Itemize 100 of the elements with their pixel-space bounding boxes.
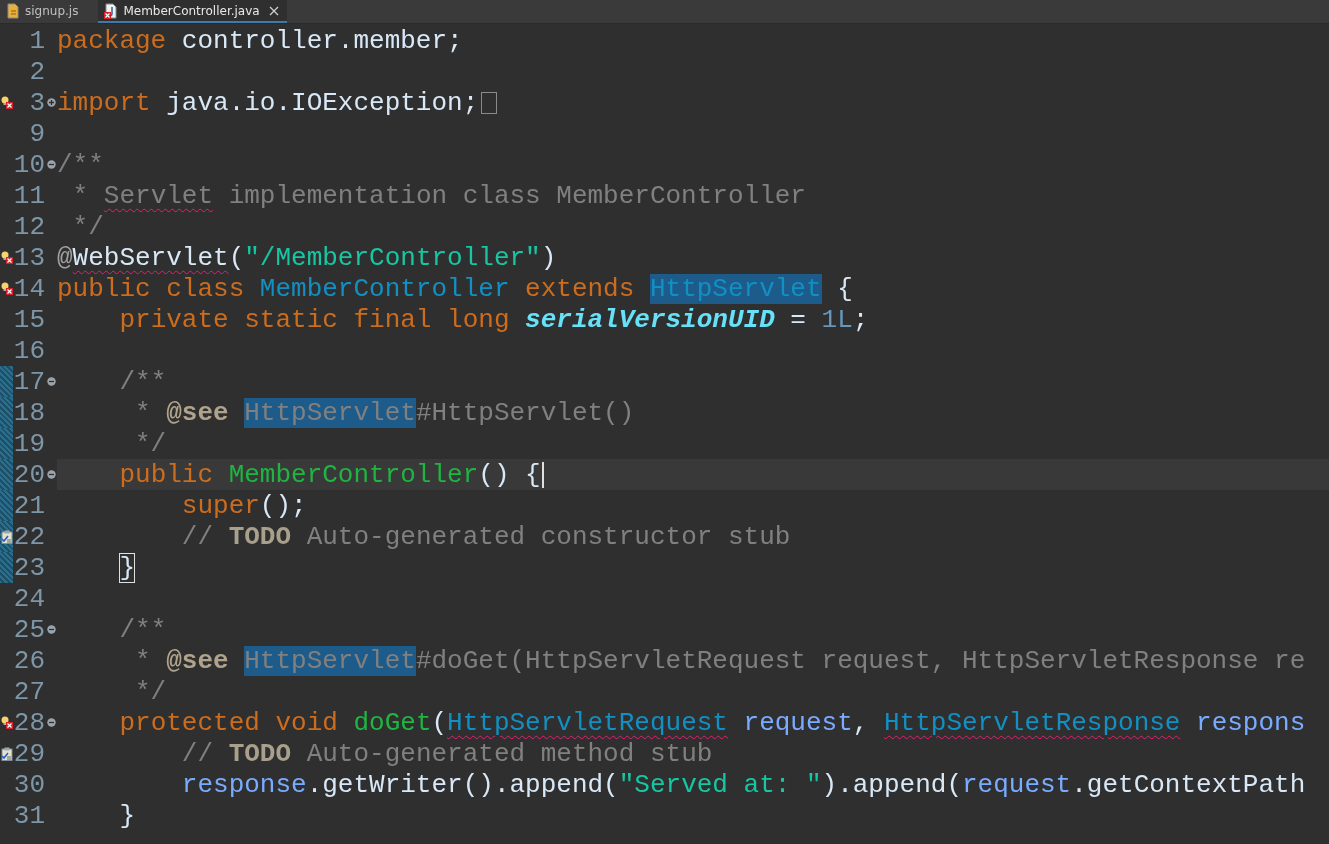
code-token: {: [836, 273, 853, 304]
code-token: import: [57, 87, 152, 118]
code-token: extends: [524, 273, 636, 304]
code-token: HttpServlet: [244, 645, 416, 676]
error-bulb-icon[interactable]: [0, 95, 13, 110]
code-token: public: [119, 459, 215, 490]
line-number: 14: [13, 273, 45, 304]
line-number: 22: [13, 521, 45, 552]
line-number: 23: [13, 552, 45, 583]
line-number: 21: [13, 490, 45, 521]
line-number: 10: [13, 149, 45, 180]
code-token: protected void: [119, 707, 339, 738]
error-bulb-icon[interactable]: [0, 250, 13, 265]
code-token: 1L: [821, 304, 853, 335]
code-token: () {: [478, 459, 541, 490]
code-token: MemberController: [259, 273, 510, 304]
line-number: 12: [13, 211, 45, 242]
code-token: implementation class MemberController: [227, 180, 806, 211]
code-token: HttpServletRequest: [447, 707, 728, 738]
error-bulb-icon[interactable]: [0, 715, 13, 730]
code-token: .getContextPath: [1071, 769, 1306, 800]
code-token: @: [57, 242, 73, 273]
editor-tab[interactable]: signup.js: [0, 0, 87, 23]
line-number: 13: [13, 242, 45, 273]
code-token: @see: [166, 397, 230, 428]
collapse-fold-icon[interactable]: [46, 160, 56, 169]
line-number: 2: [28, 56, 45, 87]
collapse-fold-icon[interactable]: [46, 625, 56, 634]
collapse-fold-icon[interactable]: [46, 377, 56, 386]
code-token: ).append(: [821, 769, 962, 800]
code-token: controller.member;: [181, 25, 463, 56]
code-token: }: [119, 800, 136, 831]
code-token: *: [135, 645, 152, 676]
code-token: public class: [57, 273, 246, 304]
editor-tab[interactable]: MemberController.java: [98, 0, 287, 23]
code-token: TODO: [228, 738, 292, 769]
code-token: TODO: [228, 521, 292, 552]
code-token: */: [72, 211, 104, 242]
code-token: "Served at: ": [618, 769, 822, 800]
code-token: private static final long: [119, 304, 511, 335]
close-icon[interactable]: [268, 5, 279, 16]
code-token: (: [431, 707, 448, 738]
code-token: super: [181, 490, 260, 521]
code-token: .getWriter().append(: [306, 769, 619, 800]
code-token: /**: [119, 614, 167, 645]
task-clipboard-icon[interactable]: [0, 529, 13, 544]
code-token: ): [540, 242, 557, 273]
tab-label: signup.js: [25, 3, 79, 18]
task-clipboard-icon[interactable]: [0, 746, 13, 761]
line-number: 25: [13, 614, 45, 645]
code-token: package: [57, 25, 168, 56]
code-token: HttpServlet: [244, 397, 416, 428]
code-token: WebServlet: [72, 242, 229, 273]
line-number: 29: [13, 738, 45, 769]
code-token: *: [72, 180, 90, 211]
code-token: response: [181, 769, 307, 800]
line-number: 1: [28, 25, 45, 56]
folded-code-indicator[interactable]: [481, 91, 498, 114]
code-token: doGet: [353, 707, 432, 738]
error-bulb-icon[interactable]: [0, 281, 13, 296]
collapse-fold-icon[interactable]: [46, 470, 56, 479]
code-token: //: [181, 521, 215, 552]
code-token: java.io.IOException;: [166, 87, 479, 118]
line-number: 3: [28, 87, 45, 118]
code-token: (: [228, 242, 245, 273]
line-number: 9: [28, 118, 45, 149]
code-token: MemberController: [228, 459, 479, 490]
text-cursor: [541, 461, 544, 488]
code-token: =: [789, 304, 807, 335]
code-token: ();: [259, 490, 307, 521]
line-number: 30: [13, 769, 45, 800]
code-token: ,: [852, 707, 870, 738]
code-token: #HttpServlet(): [415, 397, 635, 428]
line-number: 19: [13, 428, 45, 459]
expand-fold-icon[interactable]: [46, 98, 56, 107]
code-token: HttpServlet: [649, 273, 822, 304]
tab-label: MemberController.java: [123, 3, 260, 18]
line-number: 17: [13, 366, 45, 397]
code-token: HttpServletResponse: [884, 707, 1181, 738]
line-number: 28: [13, 707, 45, 738]
code-token: /**: [119, 366, 167, 397]
code-token: Auto-generated method stub: [305, 738, 713, 769]
code-token: @see: [166, 645, 230, 676]
collapse-fold-icon[interactable]: [46, 718, 56, 727]
line-number: 18: [13, 397, 45, 428]
code-token: respons: [1195, 707, 1306, 738]
code-token: serialVersionUID: [525, 304, 775, 335]
line-number: 26: [13, 645, 45, 676]
code-token: request: [962, 769, 1072, 800]
code-token: ;: [852, 304, 869, 335]
line-number: 27: [13, 676, 45, 707]
code-token: Auto-generated constructor stub: [305, 521, 791, 552]
code-token: request: [742, 707, 853, 738]
code-token: */: [135, 676, 167, 707]
code-token: #doGet(HttpServletRequest request, HttpServletResponse re: [415, 645, 1306, 676]
line-number: 15: [13, 304, 45, 335]
code-token: Servlet: [103, 180, 214, 211]
code-token: "/MemberController": [244, 242, 541, 273]
code-token: /**: [57, 149, 104, 180]
code-token: }: [119, 552, 136, 583]
